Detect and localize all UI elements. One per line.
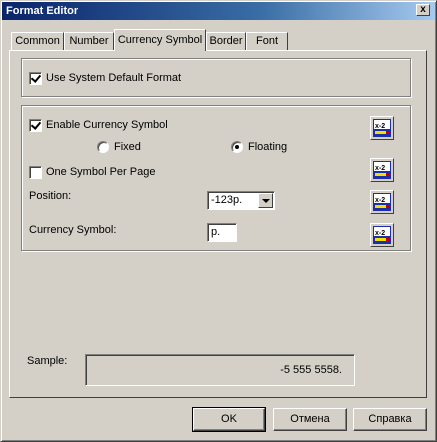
tab-panel <box>9 50 427 398</box>
tab-common[interactable]: Common <box>11 32 64 50</box>
tab-font[interactable]: Font <box>246 32 288 50</box>
close-button[interactable]: x <box>416 4 430 16</box>
help-button[interactable]: Справка <box>353 408 427 431</box>
tab-number[interactable]: Number <box>64 32 114 50</box>
tab-border[interactable]: Border <box>206 32 246 50</box>
title-bar: Format Editor <box>2 2 435 20</box>
window-title: Format Editor <box>6 5 79 17</box>
cancel-button[interactable]: Отмена <box>273 408 347 431</box>
tab-currency-symbol[interactable]: Currency Symbol <box>114 29 206 51</box>
ok-button[interactable]: OK <box>192 407 266 432</box>
